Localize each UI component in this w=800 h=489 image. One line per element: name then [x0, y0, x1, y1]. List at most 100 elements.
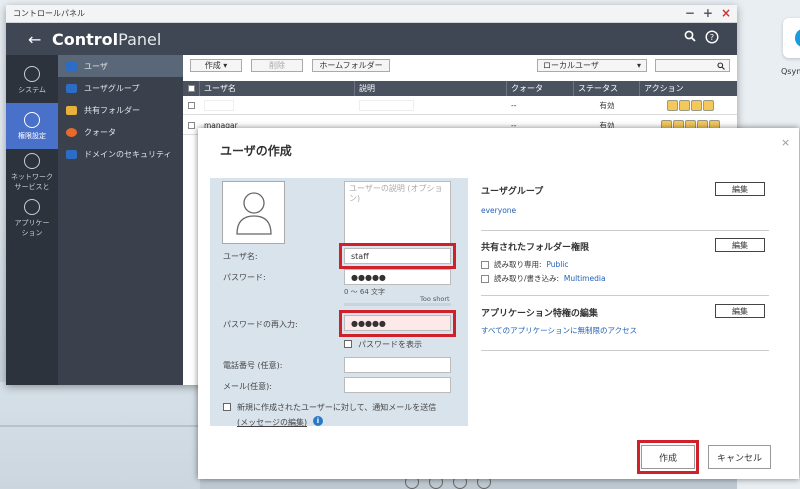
status-cell: 有効: [599, 100, 615, 110]
edit-app-privilege-button[interactable]: 編集: [715, 304, 765, 318]
sub-navigation: ユーザ ユーザグループ 共有フォルダー クォータ ドメインのセキュリティ: [58, 55, 183, 385]
password-field[interactable]: ●●●●●: [344, 269, 451, 285]
user-silhouette-icon: [236, 192, 272, 235]
rail-item-network[interactable]: ネットワーク サービスと: [6, 149, 58, 195]
search-icon: [717, 61, 725, 70]
column-header[interactable]: 説明: [355, 81, 507, 96]
read-only-label: 読み取り専用:: [494, 260, 542, 269]
description-field[interactable]: ユーザーの説明 (オプション): [344, 181, 451, 244]
subnav-label: ユーザグループ: [84, 83, 140, 93]
window-title: コントロールパネル: [13, 9, 85, 18]
row-checkbox[interactable]: [183, 96, 200, 114]
delete-button[interactable]: 削除: [251, 59, 303, 72]
edit-shared-folder-button[interactable]: 編集: [715, 238, 765, 252]
qsync-logo-icon: [795, 29, 800, 47]
subnav-item-user-groups[interactable]: ユーザグループ: [58, 77, 183, 99]
subnav-label: 共有フォルダー: [84, 105, 140, 115]
column-header[interactable]: ユーザ名: [200, 81, 355, 96]
close-icon[interactable]: ×: [721, 6, 731, 20]
desktop-background: [0, 382, 200, 489]
rail-item-privilege[interactable]: 権限設定: [6, 103, 58, 149]
create-user-dialog: ユーザの作成 × ユーザーの説明 (オプション) ユーザ名: staff パスワ…: [198, 128, 799, 479]
folder-icon[interactable]: [703, 99, 714, 111]
notify-email-checkbox[interactable]: [223, 403, 231, 411]
folder-icon: [66, 105, 77, 115]
create-dropdown-button[interactable]: 作成 ▾: [190, 59, 242, 72]
show-password-checkbox[interactable]: [344, 340, 352, 348]
subnav-item-domain-security[interactable]: ドメインのセキュリティ: [58, 143, 183, 165]
search-input[interactable]: [655, 59, 730, 72]
group-icon[interactable]: [691, 99, 702, 111]
subnav-label: ドメインのセキュリティ: [84, 149, 172, 159]
user-group-title: ユーザグループ: [481, 187, 544, 197]
rail-item-system[interactable]: システム: [6, 57, 58, 103]
password-length-hint: 0 ～ 64 文字: [344, 288, 386, 296]
column-header[interactable]: クォータ: [507, 81, 574, 96]
subnav-label: ユーザ: [84, 61, 108, 71]
window-titlebar: コントロールパネル − + ×: [6, 5, 737, 23]
pie-icon: [66, 127, 77, 137]
read-write-icon: [481, 274, 489, 283]
globe-icon: [24, 152, 40, 169]
column-header[interactable]: アクション: [640, 81, 737, 96]
username-cell: [200, 96, 355, 114]
info-icon[interactable]: i: [313, 416, 323, 426]
user-type-select[interactable]: ローカルユーザ ▾: [537, 59, 647, 72]
phone-label: 電話番号 (任意):: [223, 361, 283, 370]
qsync-label: Qsyn: [781, 67, 800, 76]
password-strength-meter: [344, 303, 451, 306]
column-header[interactable]: ステータス: [574, 81, 640, 96]
help-icon[interactable]: ?: [704, 30, 720, 46]
avatar[interactable]: [222, 181, 285, 244]
shared-folder-title: 共有されたフォルダー権限: [481, 243, 590, 253]
edit-user-group-button[interactable]: 編集: [715, 182, 765, 196]
subnav-label: クォータ: [84, 127, 116, 137]
maximize-icon[interactable]: +: [703, 6, 713, 20]
edit-message-link[interactable]: (メッセージの編集): [237, 417, 307, 428]
dialog-title: ユーザの作成: [220, 144, 292, 158]
user-group-icon: [66, 83, 77, 93]
edit-icon[interactable]: [679, 99, 690, 111]
window-controls: − + ×: [685, 6, 731, 20]
back-arrow-icon[interactable]: ←: [28, 30, 48, 49]
rail-label: 権限設定: [18, 131, 46, 140]
cancel-button[interactable]: キャンセル: [708, 445, 771, 469]
divider: [481, 350, 769, 351]
email-field[interactable]: [344, 377, 451, 393]
table-header: ユーザ名 説明 クォータ ステータス アクション: [183, 81, 737, 96]
gear-icon: [24, 65, 40, 82]
read-write-label: 読み取り/書き込み:: [494, 274, 560, 283]
search-icon[interactable]: [682, 30, 698, 46]
minimize-icon[interactable]: −: [685, 6, 695, 20]
app-privilege-title: アプリケーション特権の編集: [481, 309, 598, 319]
user-icon: [24, 111, 40, 128]
subnav-item-quota[interactable]: クォータ: [58, 121, 183, 143]
notify-email-label: 新規に作成されたユーザーに対して、通知メールを送信: [237, 403, 437, 412]
qsync-app-icon[interactable]: [783, 18, 800, 58]
rail-label: システム: [18, 85, 46, 94]
home-folder-button[interactable]: ホームフォルダー: [312, 59, 390, 72]
subnav-item-shared-folders[interactable]: 共有フォルダー: [58, 99, 183, 121]
password-strength-text: Too short: [420, 295, 450, 303]
account-form: ユーザーの説明 (オプション) ユーザ名: staff パスワード: ●●●●●…: [210, 178, 468, 428]
rail-label: ネットワーク サービスと: [11, 172, 53, 191]
rail-item-applications[interactable]: アプリケー ション: [6, 195, 58, 241]
app-header: ← ControlPanel ?: [6, 23, 737, 55]
app-privilege-value: すべてのアプリケーションに無制限のアクセス: [481, 326, 638, 335]
desktop-divider: [0, 425, 200, 427]
create-button-highlight: [637, 440, 699, 474]
subnav-item-users[interactable]: ユーザ: [58, 55, 183, 77]
action-icon[interactable]: [667, 99, 678, 111]
read-only-icon: [481, 260, 489, 269]
table-row[interactable]: -- 有効: [183, 96, 737, 115]
permissions-panel: ユーザグループ 編集 everyone 共有されたフォルダー権限 編集 読み取り…: [481, 178, 769, 358]
read-only-row: 読み取り専用: Public: [481, 259, 569, 270]
user-group-value: everyone: [481, 206, 517, 215]
domain-icon: [66, 149, 77, 159]
chevron-down-icon: ▾: [636, 61, 641, 70]
divider: [481, 295, 769, 296]
close-icon[interactable]: ×: [781, 136, 790, 149]
select-all-checkbox[interactable]: [183, 81, 200, 96]
phone-field[interactable]: [344, 357, 451, 373]
svg-text:?: ?: [710, 33, 714, 42]
